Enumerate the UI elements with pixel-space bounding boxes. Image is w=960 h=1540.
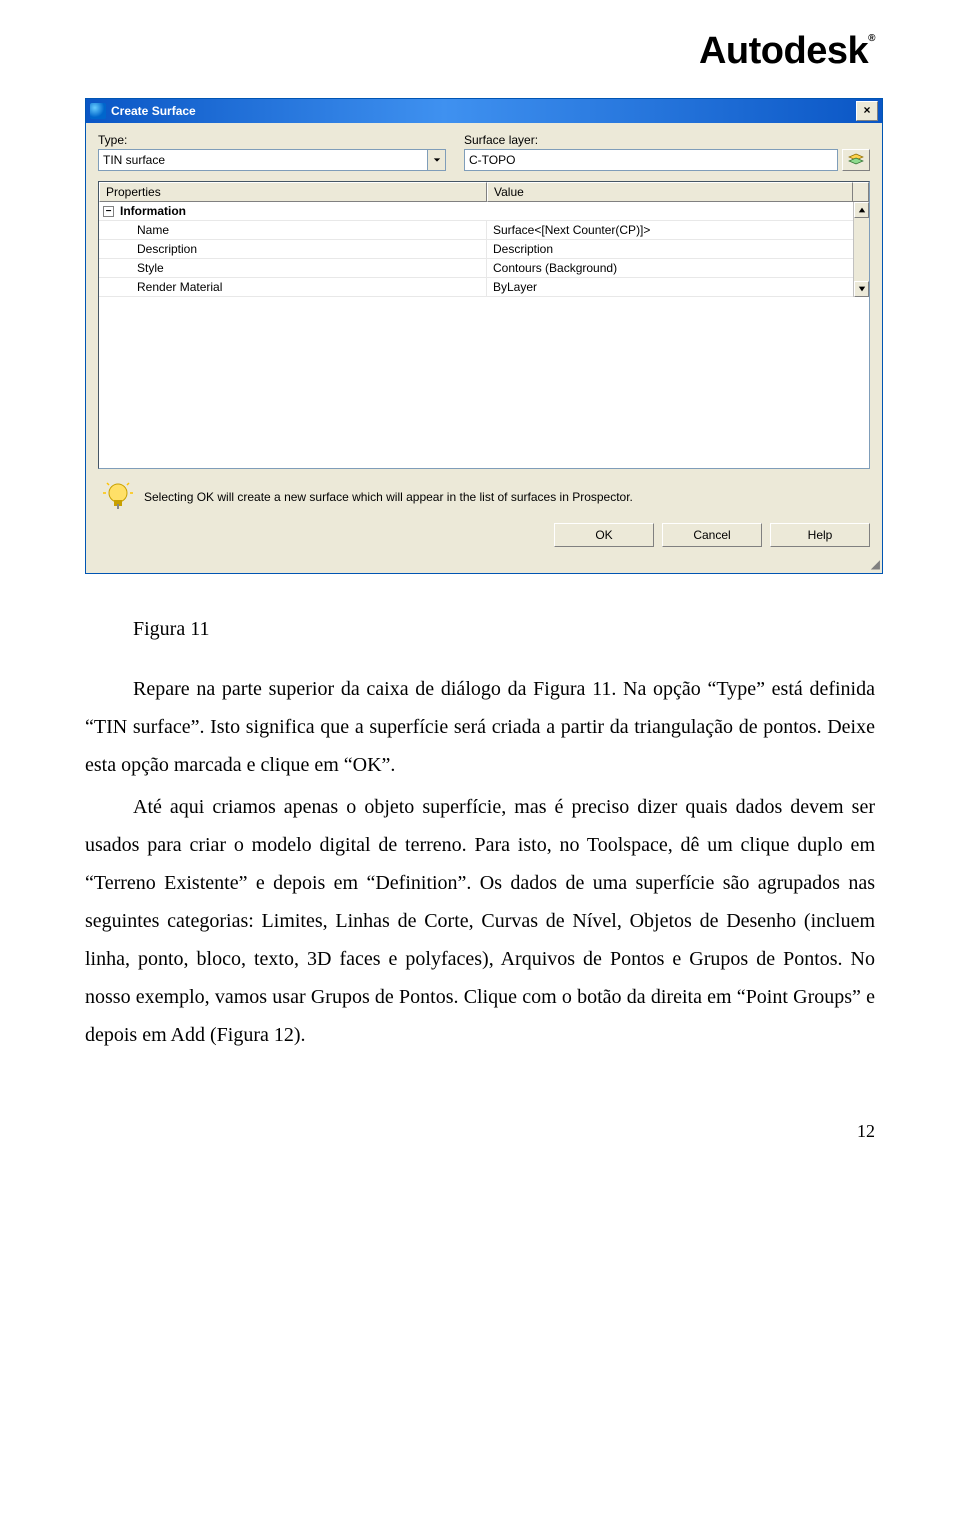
figure-caption: Figura 11 [85,610,875,648]
hint-text: Selecting OK will create a new surface w… [144,490,633,504]
type-combobox[interactable] [98,149,446,171]
header-properties[interactable]: Properties [99,182,487,202]
app-icon [90,103,106,119]
scroll-up-icon[interactable] [854,202,869,218]
row-style[interactable]: Style Contours (Background) [99,259,853,278]
dialog-title: Create Surface [111,104,856,118]
scroll-down-icon[interactable] [854,281,869,297]
help-button[interactable]: Help [770,523,870,547]
type-label: Type: [98,133,446,147]
surface-layer-label: Surface layer: [464,133,870,147]
document-body: Figura 11 Repare na parte superior da ca… [85,610,875,1148]
hint-row: Selecting OK will create a new surface w… [98,469,870,523]
resize-grip-icon[interactable]: ◢ [86,559,882,573]
row-render-material[interactable]: Render Material ByLayer [99,278,853,297]
row-description[interactable]: Description Description [99,240,853,259]
paragraph-2: Até aqui criamos apenas o objeto superfí… [85,788,875,1054]
row-name[interactable]: Name Surface<[Next Counter(CP)]> [99,221,853,240]
brand-header: Autodesk® [85,30,875,73]
titlebar: Create Surface × [86,99,882,123]
type-input[interactable] [99,150,427,170]
page-number: 12 [85,1114,875,1148]
autodesk-logo: Autodesk® [699,30,875,72]
vertical-scrollbar[interactable] [853,202,869,297]
collapse-icon[interactable]: − [103,206,114,217]
create-surface-dialog: Create Surface × Type: Surface layer: [85,98,883,574]
grid-header: Properties Value [99,182,869,202]
surface-layer-input[interactable]: C-TOPO [464,149,838,171]
ok-button[interactable]: OK [554,523,654,547]
close-button[interactable]: × [856,101,878,121]
chevron-down-icon[interactable] [427,150,445,170]
layers-icon [847,153,865,167]
properties-grid: Properties Value − Information Name Surf… [98,181,870,469]
cancel-button[interactable]: Cancel [662,523,762,547]
group-information[interactable]: − Information [99,202,853,221]
header-value[interactable]: Value [487,182,853,202]
layer-picker-button[interactable] [842,149,870,171]
lightbulb-icon [102,481,134,513]
paragraph-1: Repare na parte superior da caixa de diá… [85,670,875,784]
